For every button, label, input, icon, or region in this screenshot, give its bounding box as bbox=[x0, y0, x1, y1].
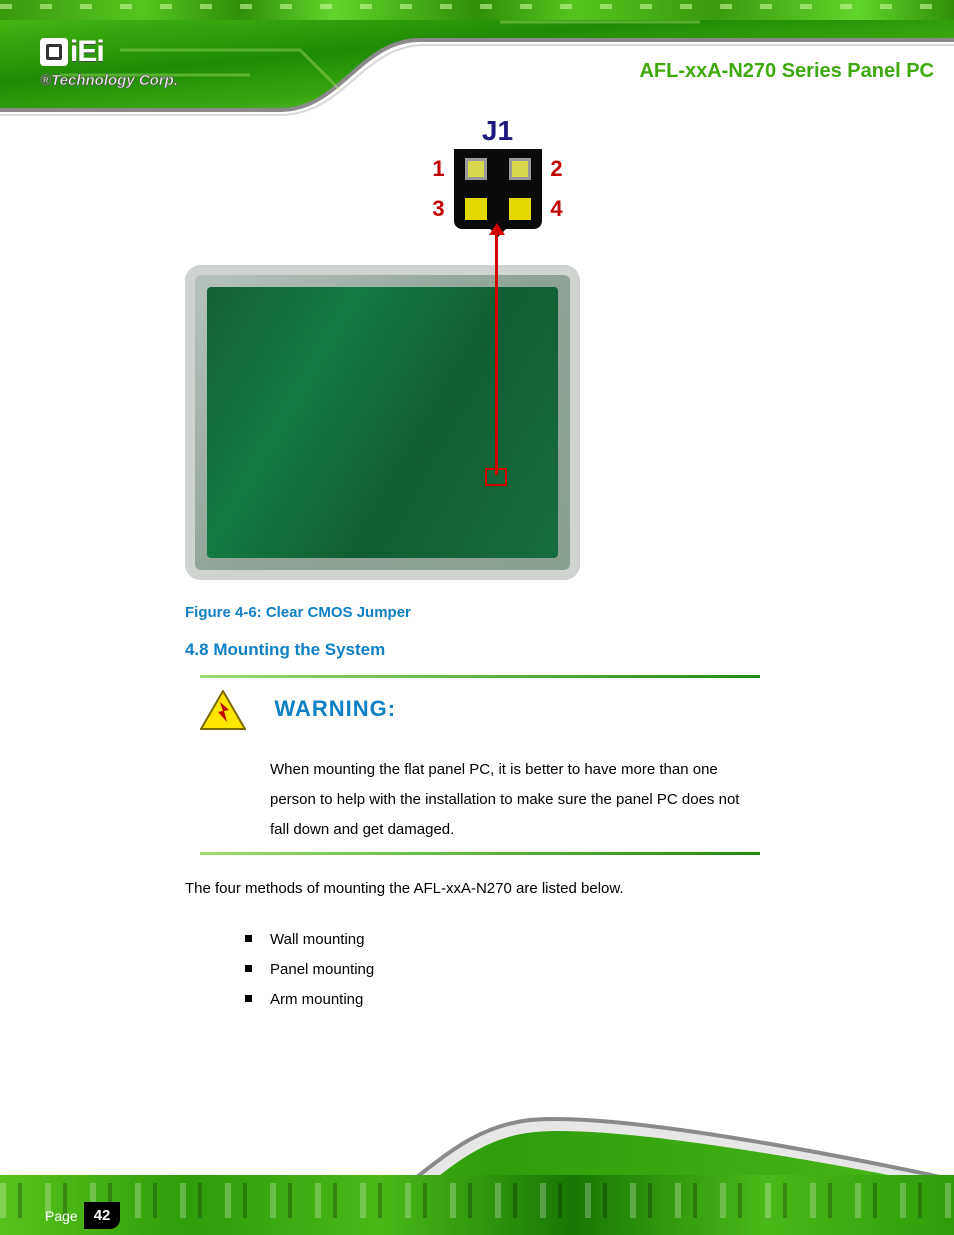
list-item-text: Arm mounting bbox=[270, 985, 363, 1015]
body-paragraph: The four methods of mounting the AFL-xxA… bbox=[185, 880, 624, 897]
page-label: Page bbox=[45, 1208, 78, 1224]
pin-4-label: 4 bbox=[550, 196, 564, 222]
bullet-icon bbox=[245, 935, 252, 942]
bullet-icon bbox=[245, 965, 252, 972]
product-name-label: AFL-xxA-N270 Series Panel PC bbox=[639, 60, 934, 83]
logo-text: iEi bbox=[70, 35, 104, 69]
brand-tagline: ®Technology Corp. bbox=[40, 72, 178, 89]
list-item: Arm mounting bbox=[245, 985, 374, 1015]
pin-3-label: 3 bbox=[432, 196, 446, 222]
pin-pad bbox=[465, 198, 487, 220]
warning-icon bbox=[200, 690, 246, 730]
list-item: Panel mounting bbox=[245, 955, 374, 985]
list-item: Wall mounting bbox=[245, 925, 374, 955]
brand-logo: iEi bbox=[40, 35, 104, 69]
jumper-diagram: J1 1 2 3 4 bbox=[185, 115, 590, 595]
page-number-block: Page 42 bbox=[45, 1202, 120, 1229]
warning-block: WARNING: When mounting the flat panel PC… bbox=[200, 690, 760, 845]
page-number: 42 bbox=[84, 1202, 121, 1229]
divider-line bbox=[200, 852, 760, 855]
callout-target-box bbox=[485, 468, 507, 486]
divider-line bbox=[200, 675, 760, 678]
connector-label: J1 bbox=[430, 115, 565, 147]
pin-1-label: 1 bbox=[432, 156, 446, 182]
warning-title: WARNING: bbox=[274, 696, 396, 722]
header-green-pcb-strip bbox=[0, 0, 954, 20]
callout-arrow-line bbox=[495, 230, 498, 475]
logo-icon bbox=[40, 38, 68, 66]
list-item-text: Wall mounting bbox=[270, 925, 364, 955]
motherboard-photo bbox=[185, 265, 580, 580]
figure-caption: Figure 4-6: Clear CMOS Jumper bbox=[185, 604, 411, 621]
footer-green-pcb-strip bbox=[0, 1175, 954, 1235]
warning-text: When mounting the flat panel PC, it is b… bbox=[270, 755, 760, 845]
connector-row-top bbox=[454, 149, 542, 189]
page-footer-banner: Page 42 bbox=[0, 1080, 954, 1235]
section-heading: 4.8 Mounting the System bbox=[185, 640, 385, 660]
pin-2-label: 2 bbox=[550, 156, 564, 182]
callout-arrow-head bbox=[489, 223, 505, 235]
bullet-icon bbox=[245, 995, 252, 1002]
footer-swoosh-graphic bbox=[0, 1080, 954, 1235]
connector-j1-callout: J1 1 2 3 4 bbox=[430, 115, 565, 229]
mounting-methods-list: Wall mounting Panel mounting Arm mountin… bbox=[245, 925, 374, 1015]
list-item-text: Panel mounting bbox=[270, 955, 374, 985]
pin-pad bbox=[509, 158, 531, 180]
pin-pad bbox=[465, 158, 487, 180]
pin-pad bbox=[509, 198, 531, 220]
